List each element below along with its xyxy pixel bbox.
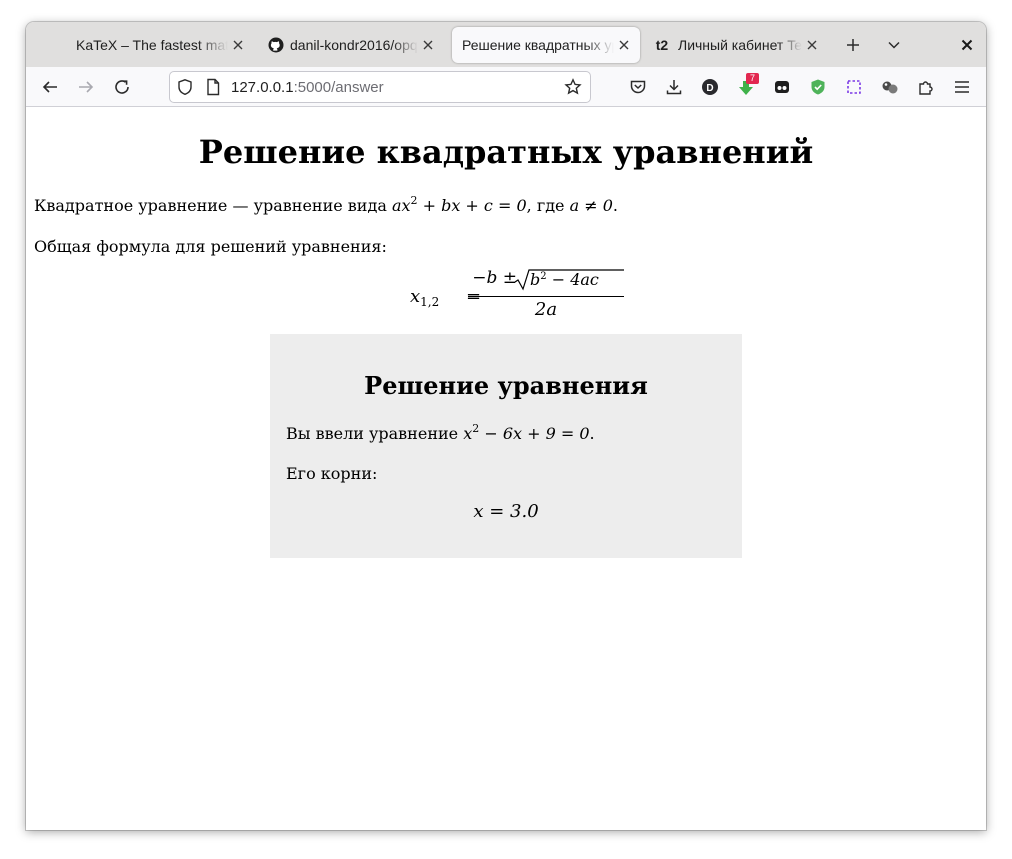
- root-value: x = 3.0: [473, 501, 539, 522]
- entered-label: Вы ввели уравнение: [286, 424, 464, 443]
- eq-term: ax: [391, 196, 411, 215]
- hamburger-menu-icon[interactable]: [947, 73, 977, 101]
- page-info-icon[interactable]: [205, 78, 221, 96]
- intro-middle: , где: [526, 196, 570, 215]
- extensions-puzzle-icon[interactable]: [911, 73, 941, 101]
- tab-label: Решение квадратных уравнений: [462, 37, 614, 53]
- roots-label: Его корни:: [286, 464, 378, 483]
- solution-box: Решение уравнения Вы ввели уравнение x2 …: [270, 334, 742, 558]
- entered-equation-math: x2 − 6x + 9 = 0: [463, 423, 590, 443]
- url-path: :5000/answer: [293, 79, 384, 96]
- formula-denominator: 2a: [534, 299, 558, 320]
- radicand-rest: − 4ac: [546, 270, 599, 289]
- new-tab-icon[interactable]: [840, 32, 866, 58]
- intro-text: Квадратное уравнение — уравнение вида: [34, 196, 392, 215]
- browser-window: KaTeX – The fastest math typesetting lib…: [26, 22, 986, 830]
- tab-label: KaTeX – The fastest math typesetting lib…: [76, 37, 228, 53]
- formula-lhs: x1,2: [410, 286, 439, 313]
- solution-title: Решение уравнения: [364, 371, 648, 400]
- window-close-icon[interactable]: [954, 32, 980, 58]
- tab-list-chevron-down-icon[interactable]: [881, 32, 907, 58]
- condition: a ≠ 0: [569, 196, 613, 215]
- pocket-icon[interactable]: [623, 73, 653, 101]
- entered-equation: Вы ввели уравнение x2 − 6x + 9 = 0.: [286, 422, 595, 446]
- tab-tele2[interactable]: t2 Личный кабинет Tele2: [642, 27, 828, 63]
- lhs-var: x: [410, 286, 421, 307]
- screenshot-crop-icon[interactable]: [839, 73, 869, 101]
- tab-quadratic-active[interactable]: Решение квадратных уравнений: [452, 27, 640, 63]
- downloads-icon[interactable]: [659, 73, 689, 101]
- equation-form: ax2 + bx + c = 0: [391, 194, 527, 215]
- tab-strip: KaTeX – The fastest math typesetting lib…: [26, 22, 986, 67]
- t2-icon: t2: [655, 37, 669, 53]
- close-tab-icon[interactable]: [230, 37, 246, 53]
- radicand-b: b: [530, 270, 541, 289]
- extension-download-helper-icon[interactable]: 7: [731, 73, 761, 101]
- lhs-subscript: 1,2: [420, 295, 440, 309]
- address-bar[interactable]: 127.0.0.1:5000/answer: [169, 71, 591, 103]
- eq-var: x: [463, 424, 473, 443]
- close-tab-icon[interactable]: [616, 37, 632, 53]
- shield-tracking-icon[interactable]: [176, 78, 194, 96]
- fraction-bar: [468, 296, 624, 297]
- forward-arrow-icon[interactable]: [71, 73, 101, 101]
- extension-balls-icon[interactable]: [875, 73, 905, 101]
- url-text[interactable]: 127.0.0.1:5000/answer: [231, 79, 384, 96]
- reload-icon[interactable]: [107, 73, 137, 101]
- close-tab-icon[interactable]: [420, 37, 436, 53]
- tab-label: danil-kondr2016/opqe: Quadratic equation…: [290, 37, 418, 53]
- close-tab-icon[interactable]: [804, 37, 820, 53]
- eq-rest: − 6x + 9 = 0: [479, 424, 590, 443]
- eq-exponent: 2: [410, 194, 418, 207]
- extension-badge: 7: [746, 73, 759, 84]
- quadratic-formula: x1,2 = −b ± b2 − 4ac 2a: [410, 268, 624, 324]
- extension-dark-icon[interactable]: [767, 73, 797, 101]
- page-content: Решение квадратных уравнений Квадратное …: [26, 108, 986, 830]
- bookmark-star-icon[interactable]: [564, 78, 584, 96]
- back-arrow-icon[interactable]: [35, 73, 65, 101]
- formula-numerator-prefix: −b ±: [472, 268, 517, 288]
- github-icon: [268, 37, 284, 53]
- sqrt-radicand: b2 − 4ac: [530, 268, 599, 292]
- extension-d-icon[interactable]: D: [695, 73, 725, 101]
- navigation-toolbar: 127.0.0.1:5000/answer D 7: [26, 67, 986, 107]
- page-title: Решение квадратных уравнений: [198, 133, 814, 171]
- entered-end: .: [589, 424, 595, 443]
- tab-github[interactable]: danil-kondr2016/opqe: Quadratic equation…: [258, 27, 444, 63]
- general-formula-label: Общая формула для решений уравнения:: [34, 237, 387, 256]
- svg-text:D: D: [706, 83, 713, 94]
- tab-label: Личный кабинет Tele2: [678, 37, 802, 53]
- extension-shield-icon[interactable]: [803, 73, 833, 101]
- url-host: 127.0.0.1: [231, 79, 294, 96]
- intro-end: .: [612, 196, 618, 215]
- intro-paragraph: Квадратное уравнение — уравнение вида ax…: [34, 194, 618, 218]
- eq-rest: + bx + c = 0: [417, 196, 527, 215]
- tab-katex[interactable]: KaTeX – The fastest math typesetting lib…: [66, 27, 254, 63]
